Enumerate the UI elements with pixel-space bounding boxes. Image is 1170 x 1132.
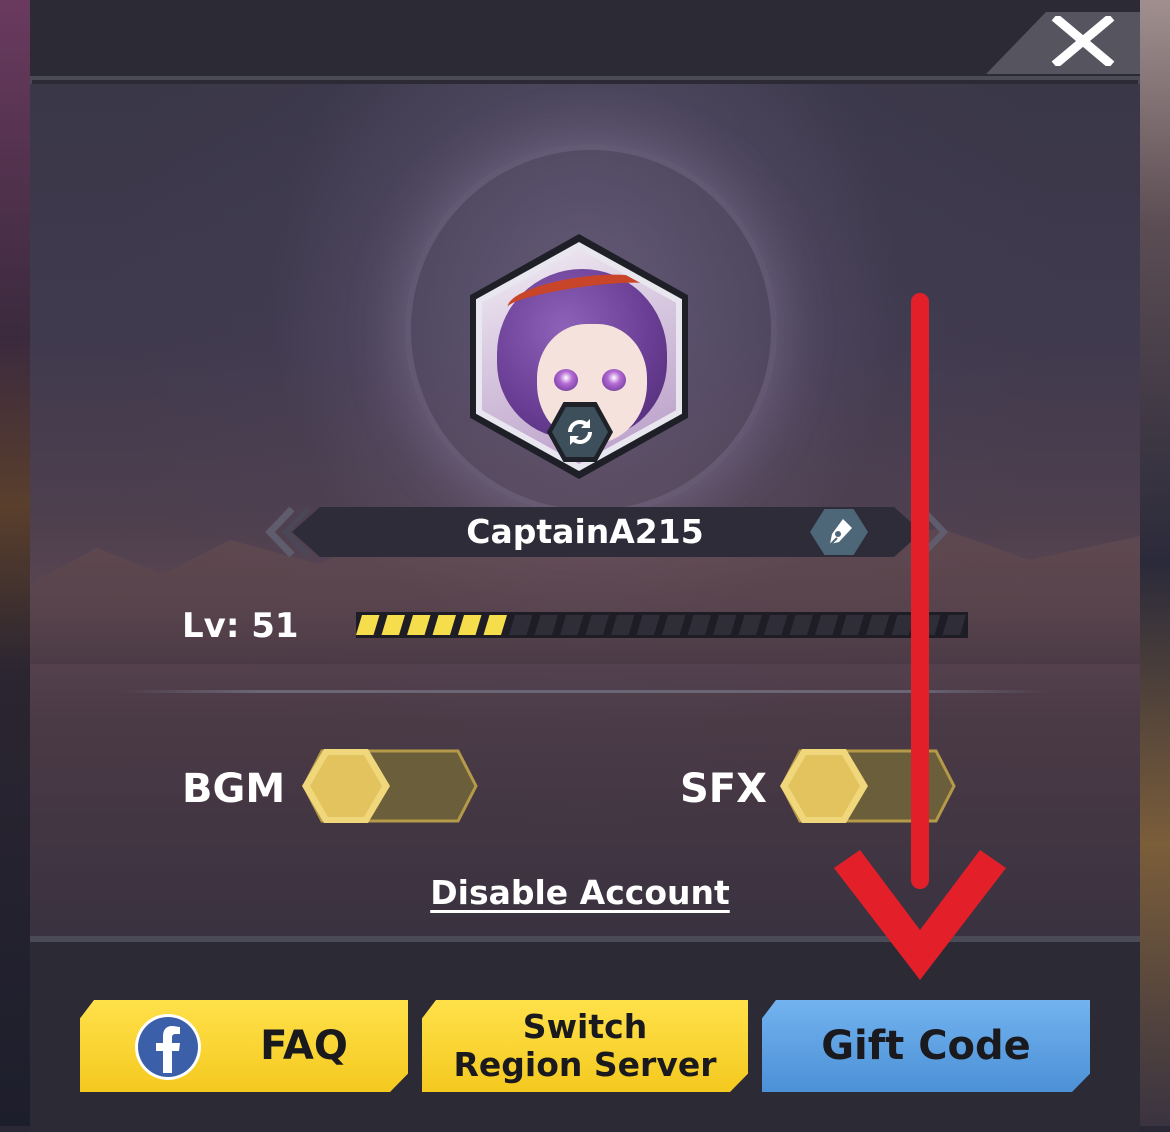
red-arrow-annotation xyxy=(834,293,1006,980)
level-label: Lv: 51 xyxy=(182,606,299,646)
switch-region-line2: Region Server xyxy=(453,1045,717,1084)
background-right xyxy=(1140,0,1170,1126)
panel-top-bar xyxy=(30,0,1140,80)
background-left xyxy=(0,0,30,1126)
bgm-label: BGM xyxy=(182,766,286,812)
disable-account-link[interactable]: Disable Account xyxy=(330,868,830,918)
close-icon[interactable] xyxy=(1048,16,1118,66)
gift-code-label: Gift Code xyxy=(821,1023,1031,1069)
sfx-label: SFX xyxy=(680,766,767,812)
player-name: CaptainA215 xyxy=(466,512,704,551)
faq-button[interactable]: FAQ xyxy=(80,1000,408,1092)
switch-region-line1: Switch xyxy=(522,1007,648,1046)
facebook-icon xyxy=(135,1014,201,1080)
refresh-icon[interactable] xyxy=(563,415,597,449)
switch-region-server-button[interactable]: Switch Region Server xyxy=(422,1000,748,1092)
gift-code-button[interactable]: Gift Code xyxy=(762,1000,1090,1092)
faq-label: FAQ xyxy=(260,1023,348,1069)
bgm-toggle[interactable] xyxy=(302,747,478,825)
